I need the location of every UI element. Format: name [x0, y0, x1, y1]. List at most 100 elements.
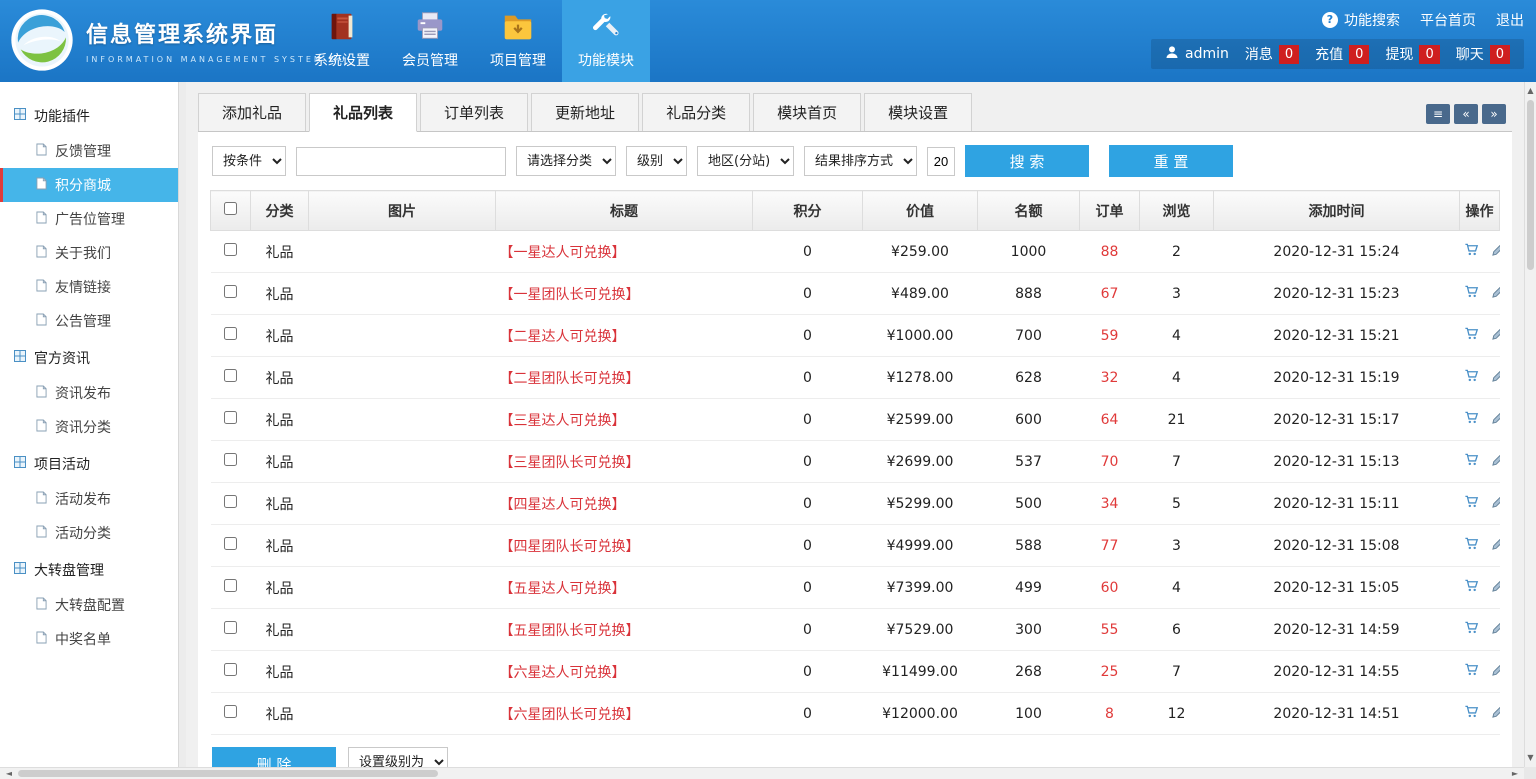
edit-icon[interactable] — [1491, 494, 1500, 513]
cell-title[interactable]: 【六星达人可兑换】 — [496, 651, 753, 693]
user-counter[interactable]: 聊天 0 — [1456, 44, 1510, 64]
sidebar-item[interactable]: 友情链接 — [0, 270, 178, 304]
user-counter[interactable]: 充值 0 — [1315, 44, 1369, 64]
sidebar-item[interactable]: 积分商城 — [0, 168, 178, 202]
cart-icon[interactable] — [1464, 368, 1479, 387]
cell-title[interactable]: 【一星团队长可兑换】 — [496, 273, 753, 315]
sidebar-item[interactable]: 活动分类 — [0, 516, 178, 550]
sidebar-item[interactable]: 反馈管理 — [0, 134, 178, 168]
cart-icon[interactable] — [1464, 452, 1479, 471]
row-checkbox[interactable] — [224, 537, 237, 550]
sidebar-group-title[interactable]: 大转盘管理 — [0, 552, 178, 588]
cart-icon[interactable] — [1464, 242, 1479, 261]
tab[interactable]: 礼品列表 — [309, 93, 417, 132]
cart-icon[interactable] — [1464, 620, 1479, 639]
scroll-left-arrow-icon[interactable]: ◄ — [2, 768, 16, 779]
edit-icon[interactable] — [1491, 242, 1500, 261]
cart-icon[interactable] — [1464, 494, 1479, 513]
set-level-select[interactable]: 设置级别为 — [348, 747, 448, 767]
cart-icon[interactable] — [1464, 536, 1479, 555]
cell-title[interactable]: 【三星团队长可兑换】 — [496, 441, 753, 483]
cell-title[interactable]: 【四星达人可兑换】 — [496, 483, 753, 525]
cart-icon[interactable] — [1464, 326, 1479, 345]
scroll-up-icon[interactable]: ▲ — [1525, 84, 1536, 98]
menu-icon[interactable]: ≡ — [1426, 104, 1450, 124]
cell-title[interactable]: 【五星达人可兑换】 — [496, 567, 753, 609]
user-counter[interactable]: 提现 0 — [1385, 44, 1439, 64]
cart-icon[interactable] — [1464, 410, 1479, 429]
edit-icon[interactable] — [1491, 620, 1500, 639]
link-logout[interactable]: 退出 — [1496, 10, 1524, 30]
edit-icon[interactable] — [1491, 704, 1500, 723]
cart-icon[interactable] — [1464, 284, 1479, 303]
row-checkbox[interactable] — [224, 243, 237, 256]
reset-button[interactable]: 重 置 — [1109, 145, 1233, 177]
scroll-right-icon[interactable]: » — [1482, 104, 1506, 124]
scroll-left-icon[interactable]: « — [1454, 104, 1478, 124]
top-nav-item[interactable]: 系统设置 — [298, 0, 386, 82]
top-nav-item[interactable]: 项目管理 — [474, 0, 562, 82]
cell-title[interactable]: 【二星达人可兑换】 — [496, 315, 753, 357]
row-checkbox[interactable] — [224, 705, 237, 718]
sidebar-item[interactable]: 中奖名单 — [0, 622, 178, 656]
edit-icon[interactable] — [1491, 536, 1500, 555]
link-platform-home[interactable]: 平台首页 — [1420, 10, 1476, 30]
sidebar-item[interactable]: 资讯分类 — [0, 410, 178, 444]
cell-title[interactable]: 【六星团队长可兑换】 — [496, 693, 753, 735]
vertical-scrollbar[interactable]: ▲ ▼ — [1524, 82, 1536, 767]
sidebar-item[interactable]: 资讯发布 — [0, 376, 178, 410]
edit-icon[interactable] — [1491, 662, 1500, 681]
select-all-checkbox[interactable] — [224, 202, 237, 215]
tab[interactable]: 添加礼品 — [198, 93, 306, 131]
cart-icon[interactable] — [1464, 578, 1479, 597]
condition-select[interactable]: 按条件 — [212, 146, 286, 176]
level-select[interactable]: 级别 — [626, 146, 687, 176]
row-checkbox[interactable] — [224, 369, 237, 382]
tab[interactable]: 模块首页 — [753, 93, 861, 131]
user-counter[interactable]: 消息 0 — [1245, 44, 1299, 64]
row-checkbox[interactable] — [224, 453, 237, 466]
cell-title[interactable]: 【四星团队长可兑换】 — [496, 525, 753, 567]
cell-title[interactable]: 【五星团队长可兑换】 — [496, 609, 753, 651]
row-checkbox[interactable] — [224, 621, 237, 634]
search-button[interactable]: 搜 索 — [965, 145, 1089, 177]
scroll-right-arrow-icon[interactable]: ► — [1508, 768, 1522, 779]
edit-icon[interactable] — [1491, 578, 1500, 597]
row-checkbox[interactable] — [224, 663, 237, 676]
category-select[interactable]: 请选择分类 — [516, 146, 616, 176]
sidebar-group-title[interactable]: 功能插件 — [0, 98, 178, 134]
sidebar-item[interactable]: 关于我们 — [0, 236, 178, 270]
cart-icon[interactable] — [1464, 662, 1479, 681]
vertical-scroll-thumb[interactable] — [1527, 100, 1534, 270]
delete-button[interactable]: 删 除 — [212, 747, 336, 767]
horizontal-scrollbar[interactable]: ◄ ► — [0, 767, 1524, 779]
edit-icon[interactable] — [1491, 368, 1500, 387]
current-user[interactable]: admin — [1165, 45, 1229, 63]
sidebar-group-title[interactable]: 项目活动 — [0, 446, 178, 482]
sort-select[interactable]: 结果排序方式 — [804, 146, 917, 176]
page-size-input[interactable] — [927, 147, 955, 176]
sidebar-item[interactable]: 公告管理 — [0, 304, 178, 338]
sidebar-group-title[interactable]: 官方资讯 — [0, 340, 178, 376]
edit-icon[interactable] — [1491, 284, 1500, 303]
sidebar-item[interactable]: 活动发布 — [0, 482, 178, 516]
row-checkbox[interactable] — [224, 411, 237, 424]
edit-icon[interactable] — [1491, 452, 1500, 471]
cart-icon[interactable] — [1464, 704, 1479, 723]
horizontal-scroll-thumb[interactable] — [18, 770, 438, 777]
row-checkbox[interactable] — [224, 285, 237, 298]
cell-title[interactable]: 【三星达人可兑换】 — [496, 399, 753, 441]
cell-title[interactable]: 【一星达人可兑换】 — [496, 231, 753, 273]
tab[interactable]: 礼品分类 — [642, 93, 750, 131]
edit-icon[interactable] — [1491, 410, 1500, 429]
row-checkbox[interactable] — [224, 327, 237, 340]
row-checkbox[interactable] — [224, 495, 237, 508]
sidebar-item[interactable]: 广告位管理 — [0, 202, 178, 236]
top-nav-item[interactable]: 会员管理 — [386, 0, 474, 82]
top-nav-item[interactable]: 功能模块 — [562, 0, 650, 82]
cell-title[interactable]: 【二星团队长可兑换】 — [496, 357, 753, 399]
scroll-down-icon[interactable]: ▼ — [1525, 751, 1536, 765]
row-checkbox[interactable] — [224, 579, 237, 592]
sidebar-item[interactable]: 大转盘配置 — [0, 588, 178, 622]
edit-icon[interactable] — [1491, 326, 1500, 345]
